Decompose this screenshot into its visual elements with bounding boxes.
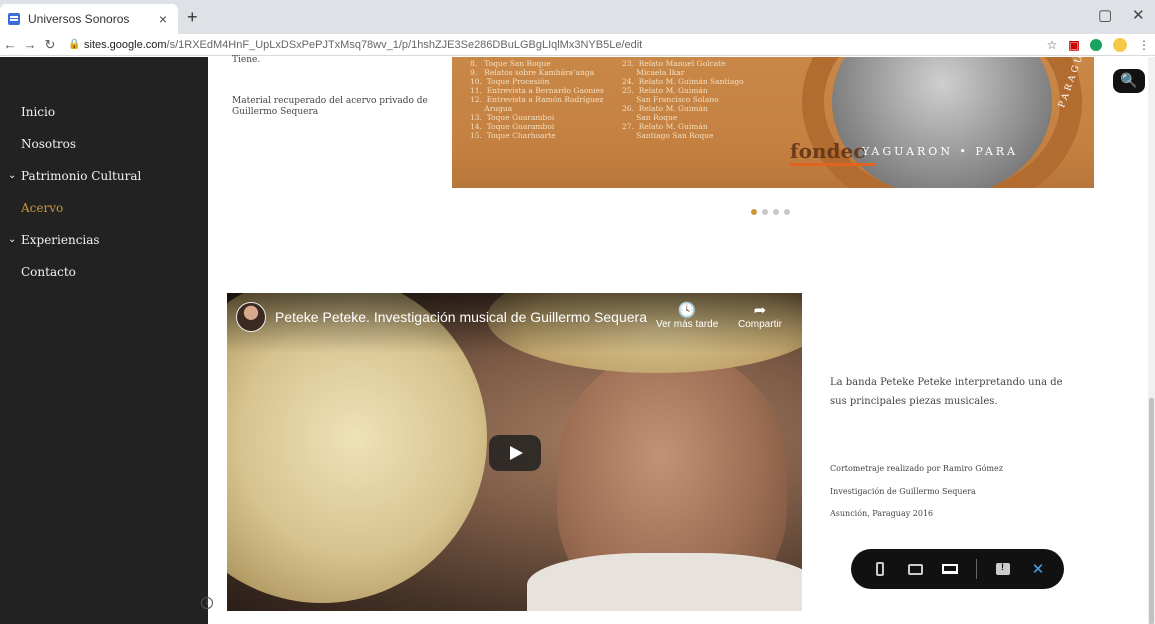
search-icon: 🔍 <box>1120 72 1138 88</box>
top-caption: Tiene. <box>232 55 261 65</box>
browser-tab-bar: Universos Sonoros × + ▢ ✕ <box>0 0 1155 34</box>
scrollbar-thumb[interactable] <box>1149 398 1154 624</box>
sidebar-item-nosotros[interactable]: Nosotros <box>21 137 76 151</box>
share-label: Compartir <box>738 319 782 330</box>
address-bar: ← → ↻ 🔒 sites.google.com/s/1RXEdM4HnF_Up… <box>0 34 1155 56</box>
sidebar-item-inicio[interactable]: Inicio <box>21 105 55 119</box>
tablet-preview-button[interactable] <box>906 561 924 577</box>
phone-preview-button[interactable] <box>871 561 889 577</box>
phone-icon <box>876 562 884 576</box>
track-list-left: 8. Toque San Roque 9. Relatos sobre Kamb… <box>470 59 604 140</box>
youtube-video-player[interactable]: Peteke Peteke. Investigación musical de … <box>227 293 802 611</box>
tablet-icon <box>907 563 923 575</box>
watch-later-label: Ver más tarde <box>656 319 719 330</box>
chevron-down-icon[interactable]: ⌄ <box>8 234 16 245</box>
album-ring-text: YAGUARON • PARA <box>862 145 1018 158</box>
credit-line-1: Cortometraje realizado por Ramiro Gómez <box>830 464 1003 473</box>
profile-avatar[interactable] <box>1113 37 1127 52</box>
restore-window-icon[interactable]: ▢ <box>1098 6 1112 24</box>
feedback-button[interactable] <box>994 561 1012 577</box>
pdf-extension-icon[interactable]: ▣ <box>1063 38 1085 52</box>
tab-title: Universos Sonoros <box>28 12 130 26</box>
video-frame-shirt <box>527 553 802 611</box>
share-button[interactable]: ➦ Compartir <box>738 301 782 330</box>
chevron-down-icon[interactable]: ⌄ <box>8 170 16 181</box>
sidebar-item-experiencias[interactable]: Experiencias <box>21 233 100 247</box>
video-title[interactable]: Peteke Peteke. Investigación musical de … <box>275 309 647 325</box>
carousel-dots <box>751 209 790 215</box>
track-list-right: 23. Relato Manuel Golcate Micaela Ikar 2… <box>622 59 744 140</box>
laptop-icon <box>942 564 958 574</box>
fondec-logo: fondec <box>790 139 866 163</box>
feedback-icon <box>996 562 1010 575</box>
sidebar-item-contacto[interactable]: Contacto <box>21 265 76 279</box>
close-preview-icon[interactable]: ✕ <box>1029 561 1047 578</box>
sidebar-item-acervo[interactable]: Acervo <box>21 201 63 215</box>
clock-icon: 🕓 <box>677 302 697 319</box>
carousel-dot[interactable] <box>773 209 779 215</box>
play-button[interactable] <box>489 435 541 471</box>
desktop-preview-button[interactable] <box>941 561 959 577</box>
close-window-icon[interactable]: ✕ <box>1132 6 1145 24</box>
fondec-logo-bar <box>790 163 876 166</box>
carousel-dot[interactable] <box>762 209 768 215</box>
browser-tab[interactable]: Universos Sonoros × <box>0 4 178 34</box>
search-button[interactable]: 🔍 <box>1113 69 1145 93</box>
material-caption: Material recuperado del acervo privado d… <box>232 96 428 106</box>
star-icon[interactable]: ☆ <box>1041 38 1063 52</box>
tab-close-icon[interactable]: × <box>154 11 172 27</box>
watch-later-button[interactable]: 🕓 Ver más tarde <box>656 301 718 330</box>
url-field[interactable]: sites.google.com/s/1RXEdM4HnF_UpLxDSxPeP… <box>84 39 1041 51</box>
back-icon[interactable]: ← <box>0 37 20 52</box>
info-icon[interactable]: i <box>201 597 213 609</box>
grammarly-extension-icon[interactable] <box>1090 38 1102 51</box>
lock-icon[interactable]: 🔒 <box>68 39 80 50</box>
carousel-dot[interactable] <box>784 209 790 215</box>
channel-avatar[interactable] <box>236 302 266 332</box>
credit-line-3: Asunción, Paraguay 2016 <box>830 509 934 518</box>
sidebar-nav: Inicio Nosotros ⌄ Patrimonio Cultural Ac… <box>0 57 208 624</box>
video-description: La banda Peteke Peteke interpretando una… <box>830 377 1063 407</box>
forward-icon[interactable]: → <box>20 37 40 52</box>
preview-toolbar: ✕ <box>851 549 1064 589</box>
google-sites-icon <box>8 13 20 25</box>
sidebar-item-patrimonio-cultural[interactable]: Patrimonio Cultural <box>21 169 141 183</box>
toolbar-divider <box>976 559 977 579</box>
carousel-dot[interactable] <box>751 209 757 215</box>
reload-icon[interactable]: ↻ <box>40 37 60 53</box>
material-caption-name: Guillermo Sequera <box>232 107 319 117</box>
album-cover-image: 8. Toque San Roque 9. Relatos sobre Kamb… <box>452 57 1094 188</box>
album-photo <box>832 57 1052 188</box>
credit-line-2: Investigación de Guillermo Sequera <box>830 487 976 496</box>
menu-icon[interactable]: ⋮ <box>1133 38 1155 52</box>
new-tab-button[interactable]: + <box>187 7 198 28</box>
share-icon: ➦ <box>753 302 767 319</box>
